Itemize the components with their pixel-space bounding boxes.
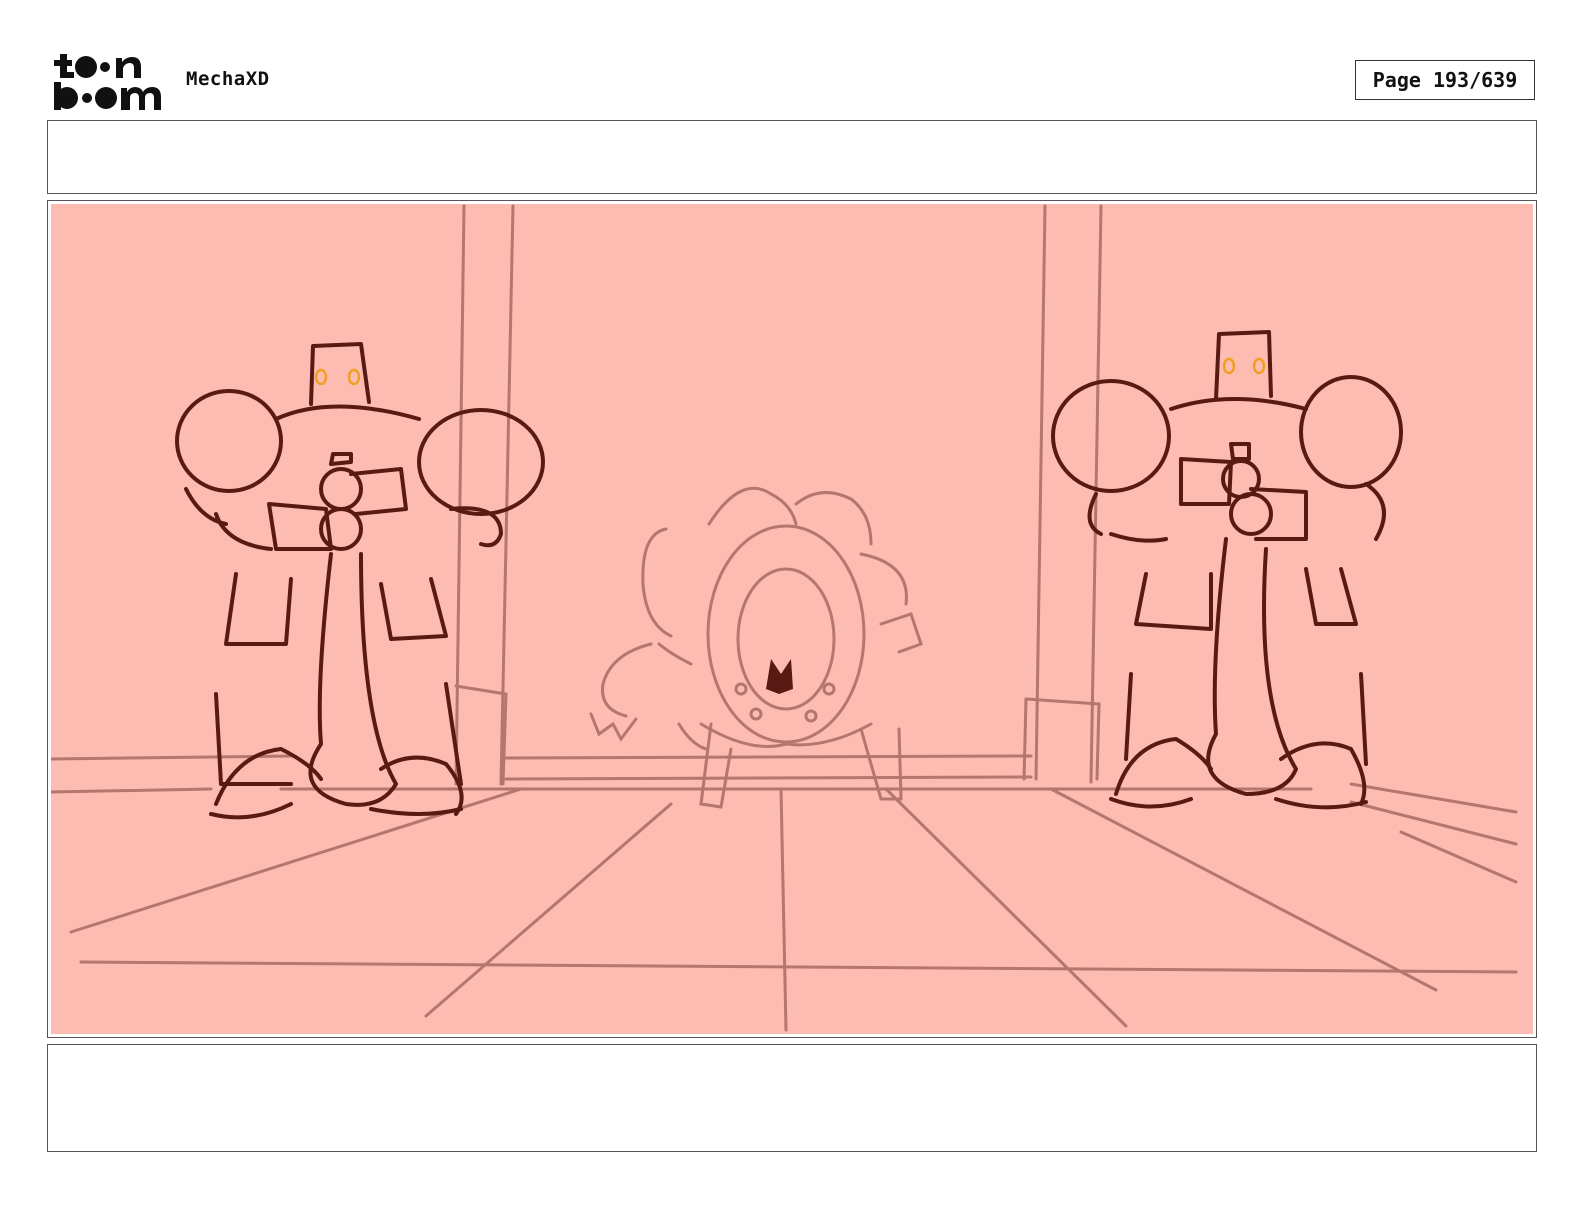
project-title: MechaXD: [186, 68, 270, 90]
toon-boom-logo-icon: [54, 54, 161, 110]
page-number: Page 193/639: [1355, 60, 1535, 100]
toon-boom-logo: [50, 50, 165, 112]
panel-drawing: [51, 204, 1533, 1034]
panel-background: [51, 204, 1533, 1034]
storyboard-panel: [47, 200, 1537, 1038]
notes-box[interactable]: [47, 1044, 1537, 1152]
dialogue-box[interactable]: [47, 120, 1537, 194]
